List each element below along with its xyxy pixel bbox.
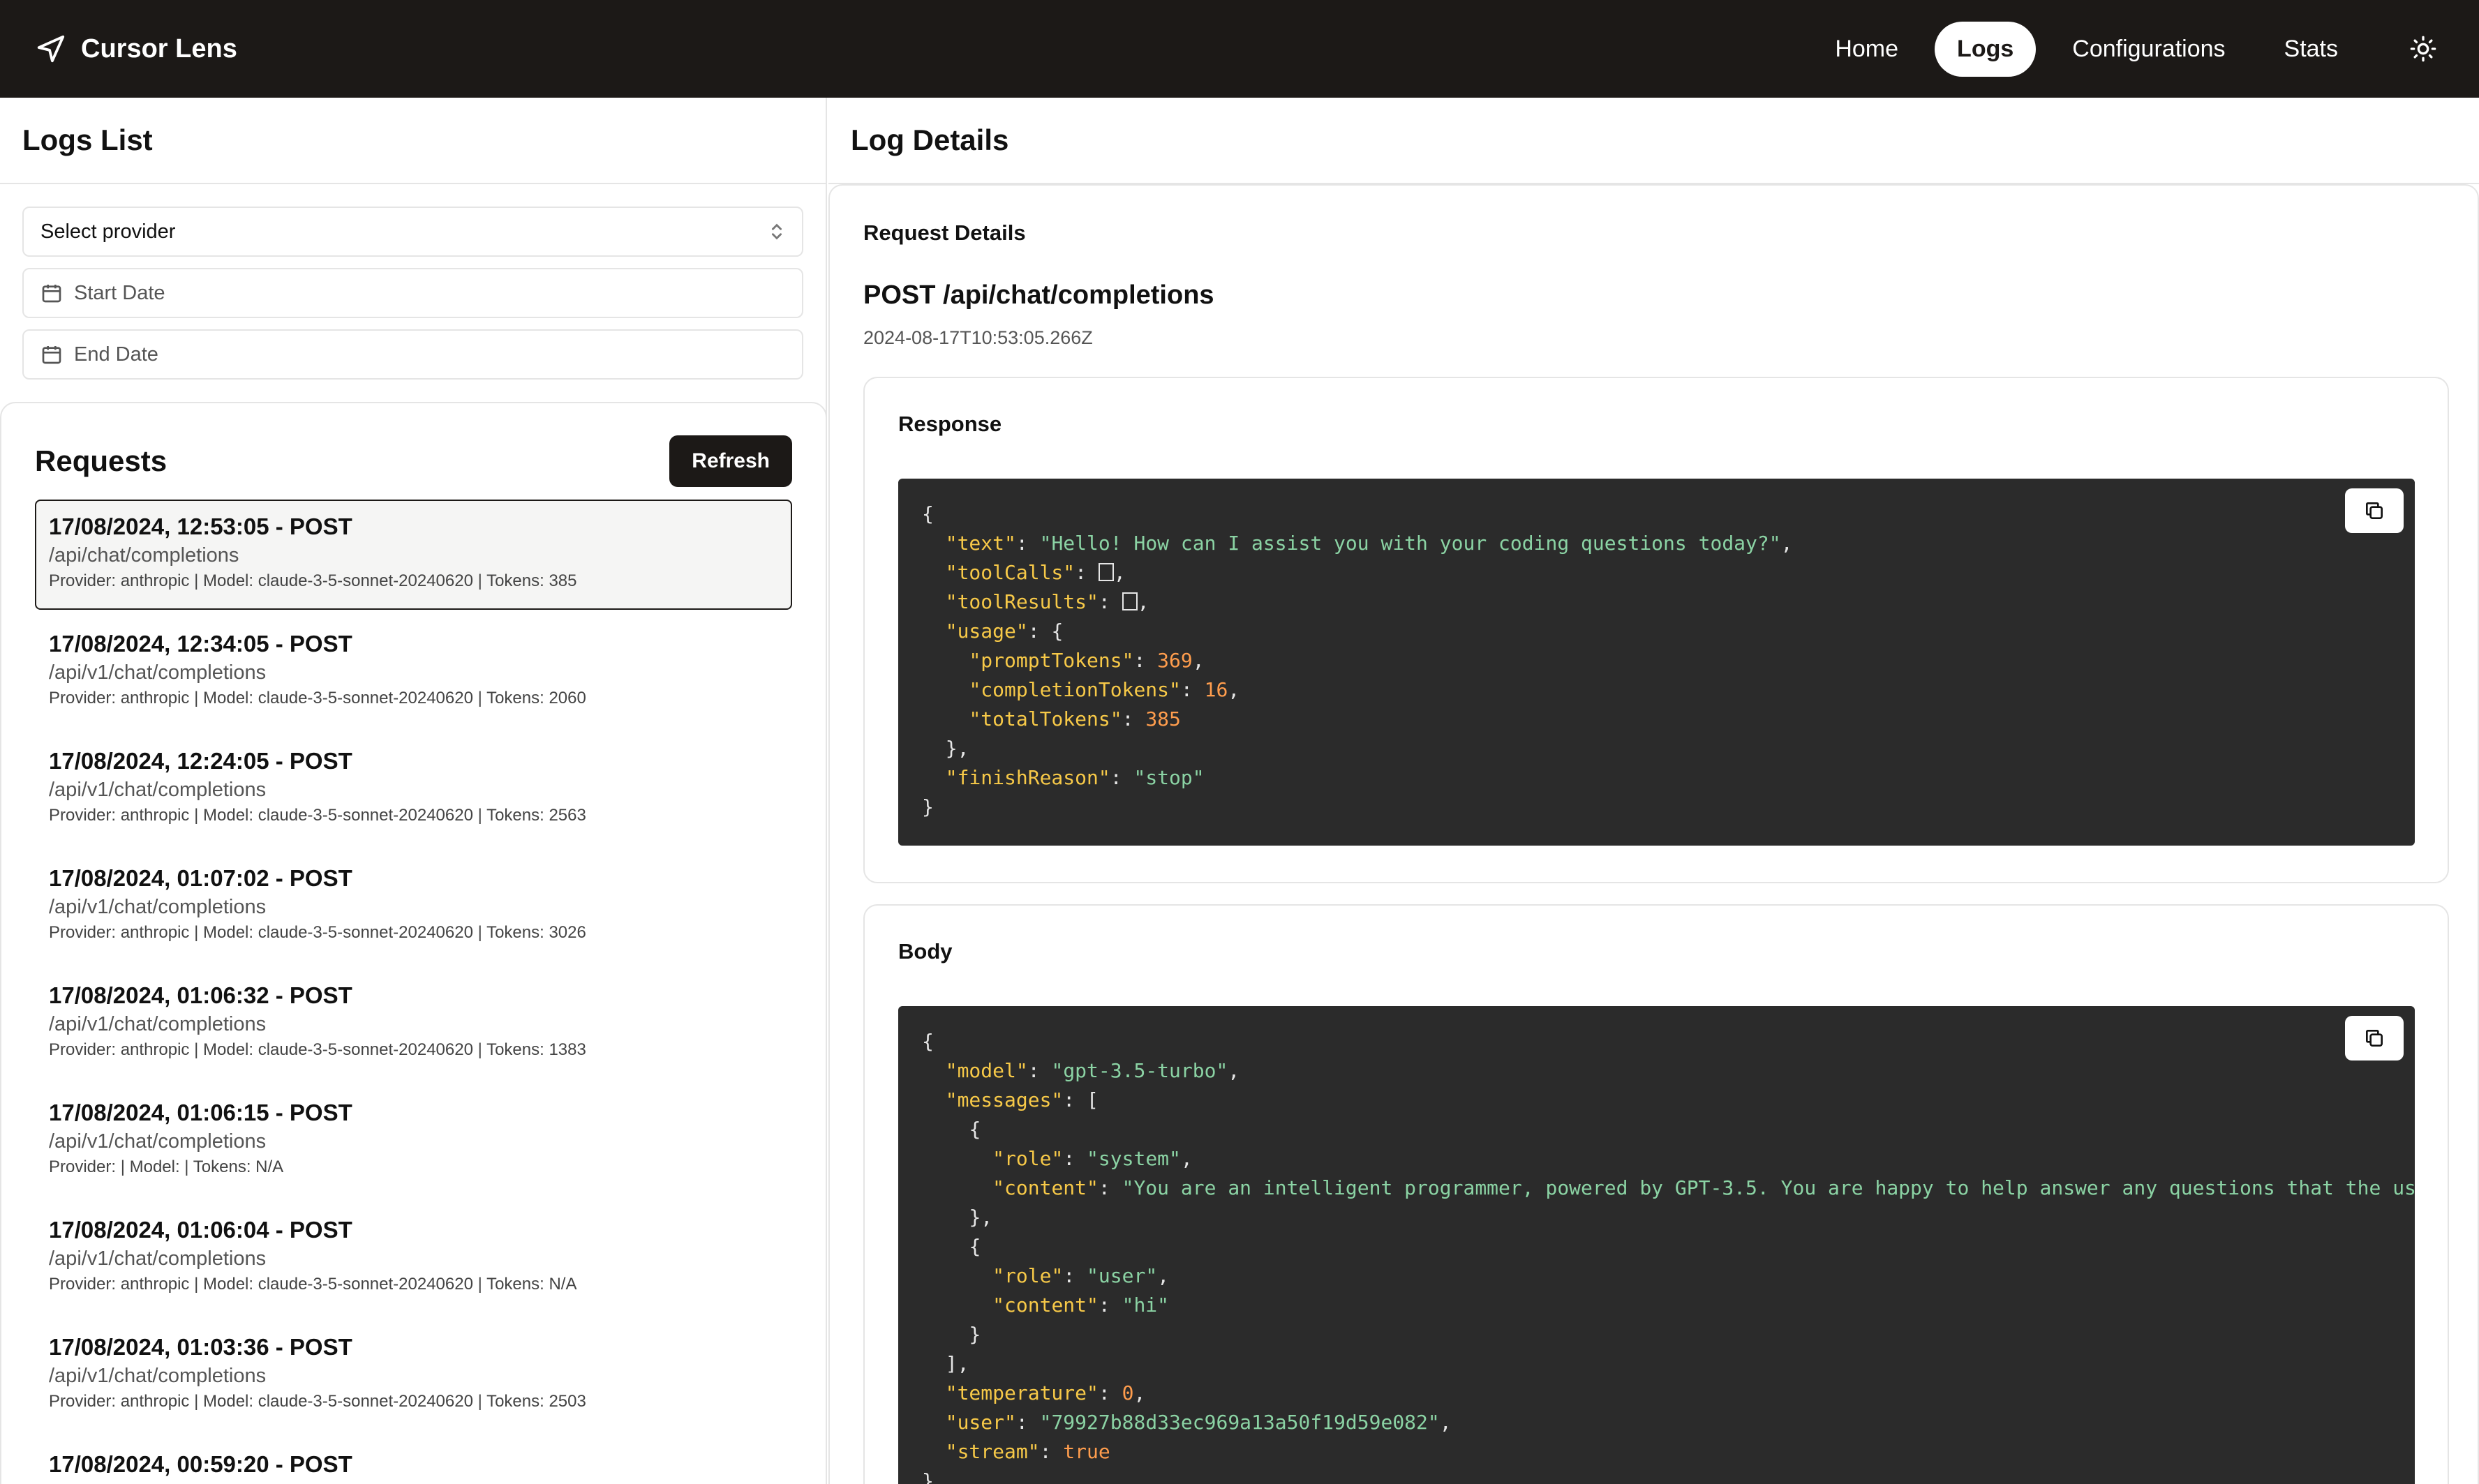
request-item[interactable]: 17/08/2024, 00:59:20 - POST [35,1437,792,1484]
request-item[interactable]: 17/08/2024, 12:53:05 - POST /api/chat/co… [35,500,792,610]
request-path: /api/v1/chat/completions [49,1013,267,1035]
request-path: /api/v1/chat/completions [49,896,267,918]
request-path: /api/v1/chat/completions [49,1130,267,1153]
theme-toggle-button[interactable] [2402,28,2444,70]
request-meta: Provider: anthropic | Model: claude-3-5-… [49,923,586,942]
logs-list-header: Logs List [0,98,826,184]
request-title: 17/08/2024, 01:06:04 - POST [49,1217,352,1243]
nav-logs[interactable]: Logs [1935,21,2037,77]
request-path: /api/v1/chat/completions [49,779,267,801]
request-item[interactable]: 17/08/2024, 01:03:36 - POST /api/v1/chat… [35,1320,792,1430]
request-meta: Provider: anthropic | Model: claude-3-5-… [49,571,577,590]
log-details-title: Log Details [851,123,1009,156]
logs-list-panel: Logs List Select provider Start Date End… [0,98,827,1484]
copy-body-button[interactable] [2345,1016,2404,1060]
request-meta: Provider: anthropic | Model: claude-3-5-… [49,806,586,825]
provider-select[interactable]: Select provider [22,207,803,257]
body-title: Body [898,939,953,964]
nav-links: Home Logs Configurations Stats [1812,21,2444,77]
request-meta: Provider: anthropic | Model: claude-3-5-… [49,689,586,707]
request-title: 17/08/2024, 01:07:02 - POST [49,865,352,891]
request-meta: Provider: anthropic | Model: claude-3-5-… [49,1040,586,1059]
nav-configurations[interactable]: Configurations [2050,22,2247,77]
requests-title: Requests [35,444,168,477]
model-value: gpt-3.5-turbo [1063,1059,1216,1082]
request-meta: Provider: anthropic | Model: claude-3-5-… [49,1275,577,1294]
system-role-value: system [1098,1147,1170,1170]
request-path: /api/v1/chat/completions [49,1365,267,1387]
request-item[interactable]: 17/08/2024, 01:07:02 - POST /api/v1/chat… [35,851,792,961]
total-tokens-value: 385 [1145,707,1181,730]
log-details-panel: Log Details Request Details POST /api/ch… [828,98,2479,1484]
user-role-value: user [1098,1264,1146,1287]
top-navbar: Cursor Lens Home Logs Configurations Sta… [0,0,2479,98]
start-date-picker[interactable]: Start Date [22,268,803,318]
request-details-label: Request Details [863,220,1026,245]
request-item[interactable]: 17/08/2024, 01:06:15 - POST /api/v1/chat… [35,1086,792,1196]
temperature-value: 0 [1122,1381,1134,1404]
finish-reason-value: stop [1145,766,1193,789]
response-title: Response [898,412,1002,436]
brand-title: Cursor Lens [81,33,237,63]
request-path: /api/chat/completions [49,544,239,567]
response-code-block: { "text": "Hello! How can I assist you w… [898,479,2415,846]
request-path: /api/v1/chat/completions [49,1247,267,1270]
request-title: 17/08/2024, 12:34:05 - POST [49,631,352,657]
request-path: /api/v1/chat/completions [49,661,267,684]
provider-select-value: Select provider [40,220,176,243]
request-item[interactable]: 17/08/2024, 12:34:05 - POST /api/v1/chat… [35,617,792,727]
copy-icon [2366,502,2383,519]
request-title: 17/08/2024, 01:03:36 - POST [49,1334,352,1360]
nav-home[interactable]: Home [1812,22,1921,77]
end-date-label: End Date [74,343,158,366]
request-list: 17/08/2024, 12:53:05 - POST /api/chat/co… [35,500,792,1484]
copy-icon [2366,1030,2383,1047]
user-id-value: 79927b88d33ec969a13a50f19d59e082 [1051,1411,1428,1434]
response-card: Response { "text": "Hello! How can I ass… [863,377,2449,883]
request-title: 17/08/2024, 01:06:15 - POST [49,1100,352,1125]
request-title: 17/08/2024, 00:59:20 - POST [49,1451,352,1477]
request-item[interactable]: 17/08/2024, 01:06:32 - POST /api/v1/chat… [35,968,792,1079]
logs-list-title: Logs List [22,123,153,156]
prompt-tokens-value: 369 [1157,649,1193,672]
start-date-label: Start Date [74,281,165,304]
requests-card: Requests Refresh 17/08/2024, 12:53:05 - … [0,402,826,1484]
request-title: 17/08/2024, 12:53:05 - POST [49,514,352,539]
system-content-value: You are an intelligent programmer, power… [1133,1176,2415,1199]
nav-stats[interactable]: Stats [2262,22,2360,77]
chevron-up-down-icon [771,223,782,240]
body-card: Body { "model": "gpt-3.5-turbo", "messag… [863,904,2449,1484]
request-title: 17/08/2024, 01:06:32 - POST [49,982,352,1008]
navigation-arrow-icon [37,35,65,63]
copy-response-button[interactable] [2345,488,2404,533]
end-date-picker[interactable]: End Date [22,329,803,380]
user-content-value: hi [1133,1294,1158,1317]
request-timestamp: 2024-08-17T10:53:05.266Z [863,327,1093,348]
calendar-icon [42,346,61,364]
sun-icon [2410,36,2436,62]
calendar-icon [42,285,61,303]
request-meta: Provider: | Model: | Tokens: N/A [49,1157,284,1176]
requests-header: Requests Refresh [35,435,792,487]
refresh-button[interactable]: Refresh [669,435,792,487]
log-details-header: Log Details [828,98,2479,184]
response-text: Hello! How can I assist you with your co… [1051,532,1769,555]
request-title: 17/08/2024, 12:24:05 - POST [49,748,352,774]
filters: Select provider Start Date End Date [0,184,826,380]
request-item[interactable]: 17/08/2024, 12:24:05 - POST /api/v1/chat… [35,734,792,844]
body-code-block: { "model": "gpt-3.5-turbo", "messages": … [898,1006,2415,1484]
request-meta: Provider: anthropic | Model: claude-3-5-… [49,1392,586,1411]
stream-value: true [1063,1440,1110,1463]
request-item[interactable]: 17/08/2024, 01:06:04 - POST /api/v1/chat… [35,1203,792,1313]
brand[interactable]: Cursor Lens [35,33,237,65]
request-details-card: Request Details POST /api/chat/completio… [828,184,2479,1484]
completion-tokens-value: 16 [1204,678,1228,701]
request-heading: POST /api/chat/completions [863,280,1214,310]
